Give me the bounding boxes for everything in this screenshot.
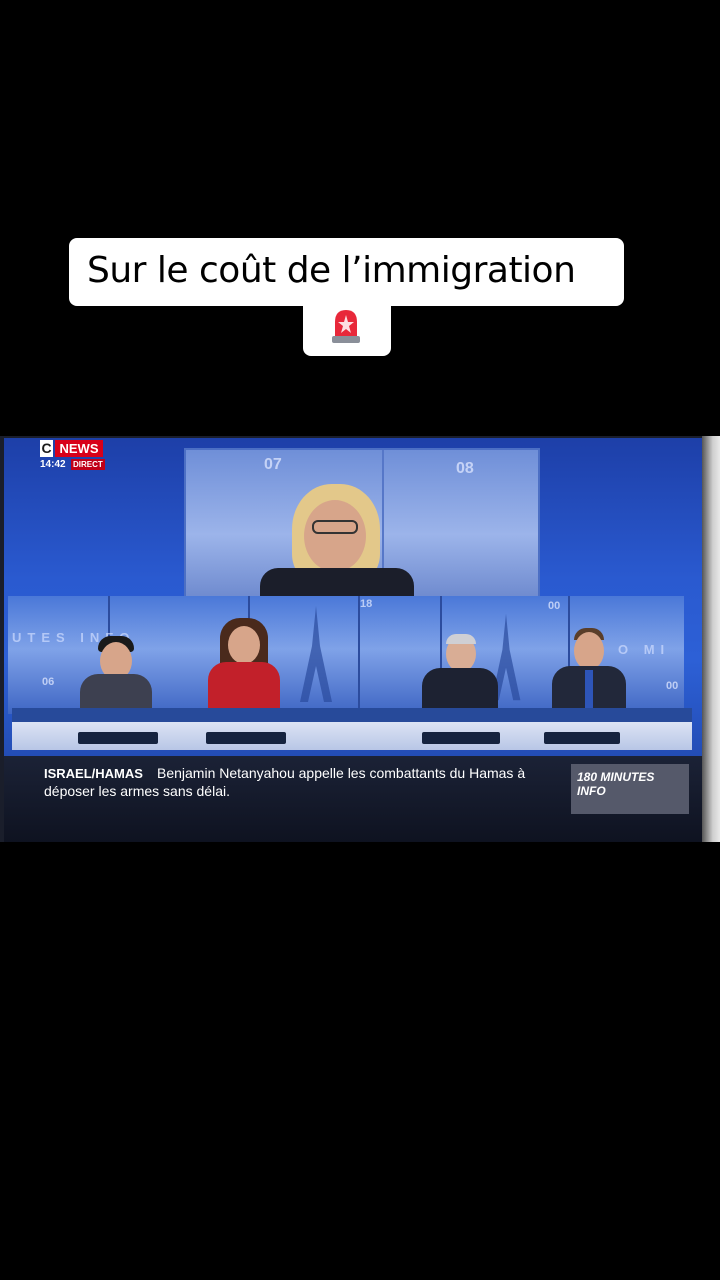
screen-number: 07 <box>264 456 282 473</box>
caption-bubble: Sur le coût de l’immigration <box>69 238 624 306</box>
police-siren-icon <box>332 310 360 343</box>
program-name-line2: INFO <box>577 784 606 798</box>
studio-video-wall: 07 08 <box>184 448 540 608</box>
logo-c: C <box>40 440 53 457</box>
caption-emoji-box <box>303 300 391 356</box>
screen-number: 08 <box>456 460 474 477</box>
broadcast-time: 14:42 <box>40 459 66 470</box>
studio-scene: 07 08 UTES INFO O MI 18 00 06 00 C NEWS … <box>4 438 716 842</box>
presenter <box>256 480 416 608</box>
screen-number: 00 <box>666 680 679 692</box>
eiffel-tower-icon <box>300 606 332 702</box>
news-ticker: ISRAEL/HAMAS Benjamin Netanyahou appelle… <box>4 756 716 842</box>
screen-number: 00 <box>548 600 561 612</box>
tv-screen: 07 08 UTES INFO O MI 18 00 06 00 C NEWS … <box>0 436 720 842</box>
ticker-headline-line1: Benjamin Netanyahou appelle les combatta… <box>157 765 526 781</box>
desk-stand <box>422 732 500 744</box>
screen-number: 06 <box>42 676 55 688</box>
desk-stand <box>206 732 286 744</box>
program-name-line1: 180 MINUTES <box>577 770 655 784</box>
ticker-headline-line2: déposer les armes sans délai. <box>44 783 230 799</box>
caption-text: Sur le coût de l’immigration <box>87 250 576 291</box>
tv-bezel <box>702 436 720 842</box>
ticker-topic: ISRAEL/HAMAS <box>44 766 143 781</box>
program-badge: 180 MINUTES INFO <box>571 764 689 814</box>
desk-stand <box>78 732 158 744</box>
screen-number: 18 <box>360 598 373 610</box>
desk-stand <box>544 732 620 744</box>
logo-news: NEWS <box>55 440 103 457</box>
live-badge: DIRECT <box>71 459 105 470</box>
